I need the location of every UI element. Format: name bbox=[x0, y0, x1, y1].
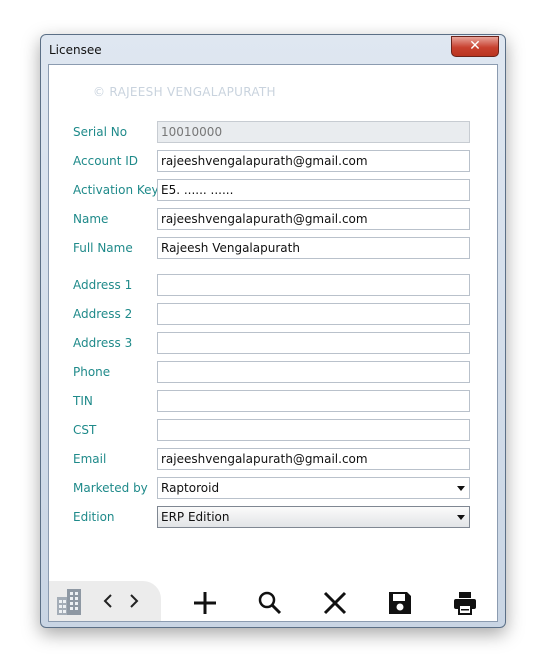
licensee-window: Licensee ✕ © RAJEESH VENGALAPURATH Seria… bbox=[40, 34, 506, 628]
chevron-right-icon[interactable] bbox=[127, 593, 141, 613]
row-address2: Address 2 bbox=[49, 303, 497, 325]
full-name-field[interactable]: Rajeesh Vengalapurath bbox=[157, 237, 470, 259]
marketed-by-value: Raptoroid bbox=[161, 481, 220, 495]
row-cst: CST bbox=[49, 419, 497, 441]
row-email: Email rajeeshvengalapurath@gmail.com bbox=[49, 448, 497, 470]
add-icon[interactable] bbox=[192, 590, 218, 620]
navigation-tab bbox=[49, 581, 161, 621]
row-activation-key: Activation Key E5. ...... ...... bbox=[49, 179, 497, 201]
email-field[interactable]: rajeeshvengalapurath@gmail.com bbox=[157, 448, 470, 470]
dropdown-arrow-icon[interactable] bbox=[457, 515, 465, 520]
dropdown-arrow-icon[interactable] bbox=[457, 486, 465, 491]
row-full-name: Full Name Rajeesh Vengalapurath bbox=[49, 237, 497, 259]
marketed-by-label: Marketed by bbox=[73, 481, 148, 495]
cst-field[interactable] bbox=[157, 419, 470, 441]
print-icon[interactable] bbox=[452, 590, 478, 620]
row-account-id: Account ID rajeeshvengalapurath@gmail.co… bbox=[49, 150, 497, 172]
watermark: © RAJEESH VENGALAPURATH bbox=[93, 85, 276, 99]
account-id-label: Account ID bbox=[73, 154, 139, 168]
save-icon[interactable] bbox=[387, 590, 413, 620]
name-field[interactable]: rajeeshvengalapurath@gmail.com bbox=[157, 208, 470, 230]
row-name: Name rajeeshvengalapurath@gmail.com bbox=[49, 208, 497, 230]
row-address3: Address 3 bbox=[49, 332, 497, 354]
row-address1: Address 1 bbox=[49, 274, 497, 296]
form-panel: © RAJEESH VENGALAPURATH Serial No 100100… bbox=[48, 64, 498, 622]
window-title: Licensee bbox=[49, 43, 102, 57]
activation-key-label: Activation Key bbox=[73, 183, 159, 197]
phone-label: Phone bbox=[73, 365, 111, 379]
phone-field[interactable] bbox=[157, 361, 470, 383]
activation-key-field[interactable]: E5. ...... ...... bbox=[157, 179, 470, 201]
row-tin: TIN bbox=[49, 390, 497, 412]
tin-field[interactable] bbox=[157, 390, 470, 412]
email-label: Email bbox=[73, 452, 107, 466]
edition-label: Edition bbox=[73, 510, 115, 524]
address1-label: Address 1 bbox=[73, 278, 133, 292]
cst-label: CST bbox=[73, 423, 97, 437]
marketed-by-select[interactable]: Raptoroid bbox=[157, 477, 470, 499]
address2-label: Address 2 bbox=[73, 307, 133, 321]
address2-field[interactable] bbox=[157, 303, 470, 325]
row-phone: Phone bbox=[49, 361, 497, 383]
tin-label: TIN bbox=[73, 394, 93, 408]
bottom-toolbar bbox=[49, 581, 497, 621]
search-icon[interactable] bbox=[257, 590, 283, 620]
row-marketed-by: Marketed by Raptoroid bbox=[49, 477, 497, 499]
account-id-field[interactable]: rajeeshvengalapurath@gmail.com bbox=[157, 150, 470, 172]
row-serial-no: Serial No 10010000 bbox=[49, 121, 497, 143]
row-edition: Edition ERP Edition bbox=[49, 506, 497, 528]
chevron-left-icon[interactable] bbox=[101, 593, 115, 613]
full-name-label: Full Name bbox=[73, 241, 133, 255]
address1-field[interactable] bbox=[157, 274, 470, 296]
edition-select[interactable]: ERP Edition bbox=[157, 506, 470, 528]
name-label: Name bbox=[73, 212, 109, 226]
building-icon[interactable] bbox=[55, 587, 85, 621]
address3-field[interactable] bbox=[157, 332, 470, 354]
address3-label: Address 3 bbox=[73, 336, 133, 350]
serial-no-field: 10010000 bbox=[157, 121, 470, 143]
delete-icon[interactable] bbox=[322, 590, 348, 620]
close-button[interactable]: ✕ bbox=[451, 36, 499, 57]
edition-value: ERP Edition bbox=[161, 510, 230, 524]
serial-no-label: Serial No bbox=[73, 125, 128, 139]
